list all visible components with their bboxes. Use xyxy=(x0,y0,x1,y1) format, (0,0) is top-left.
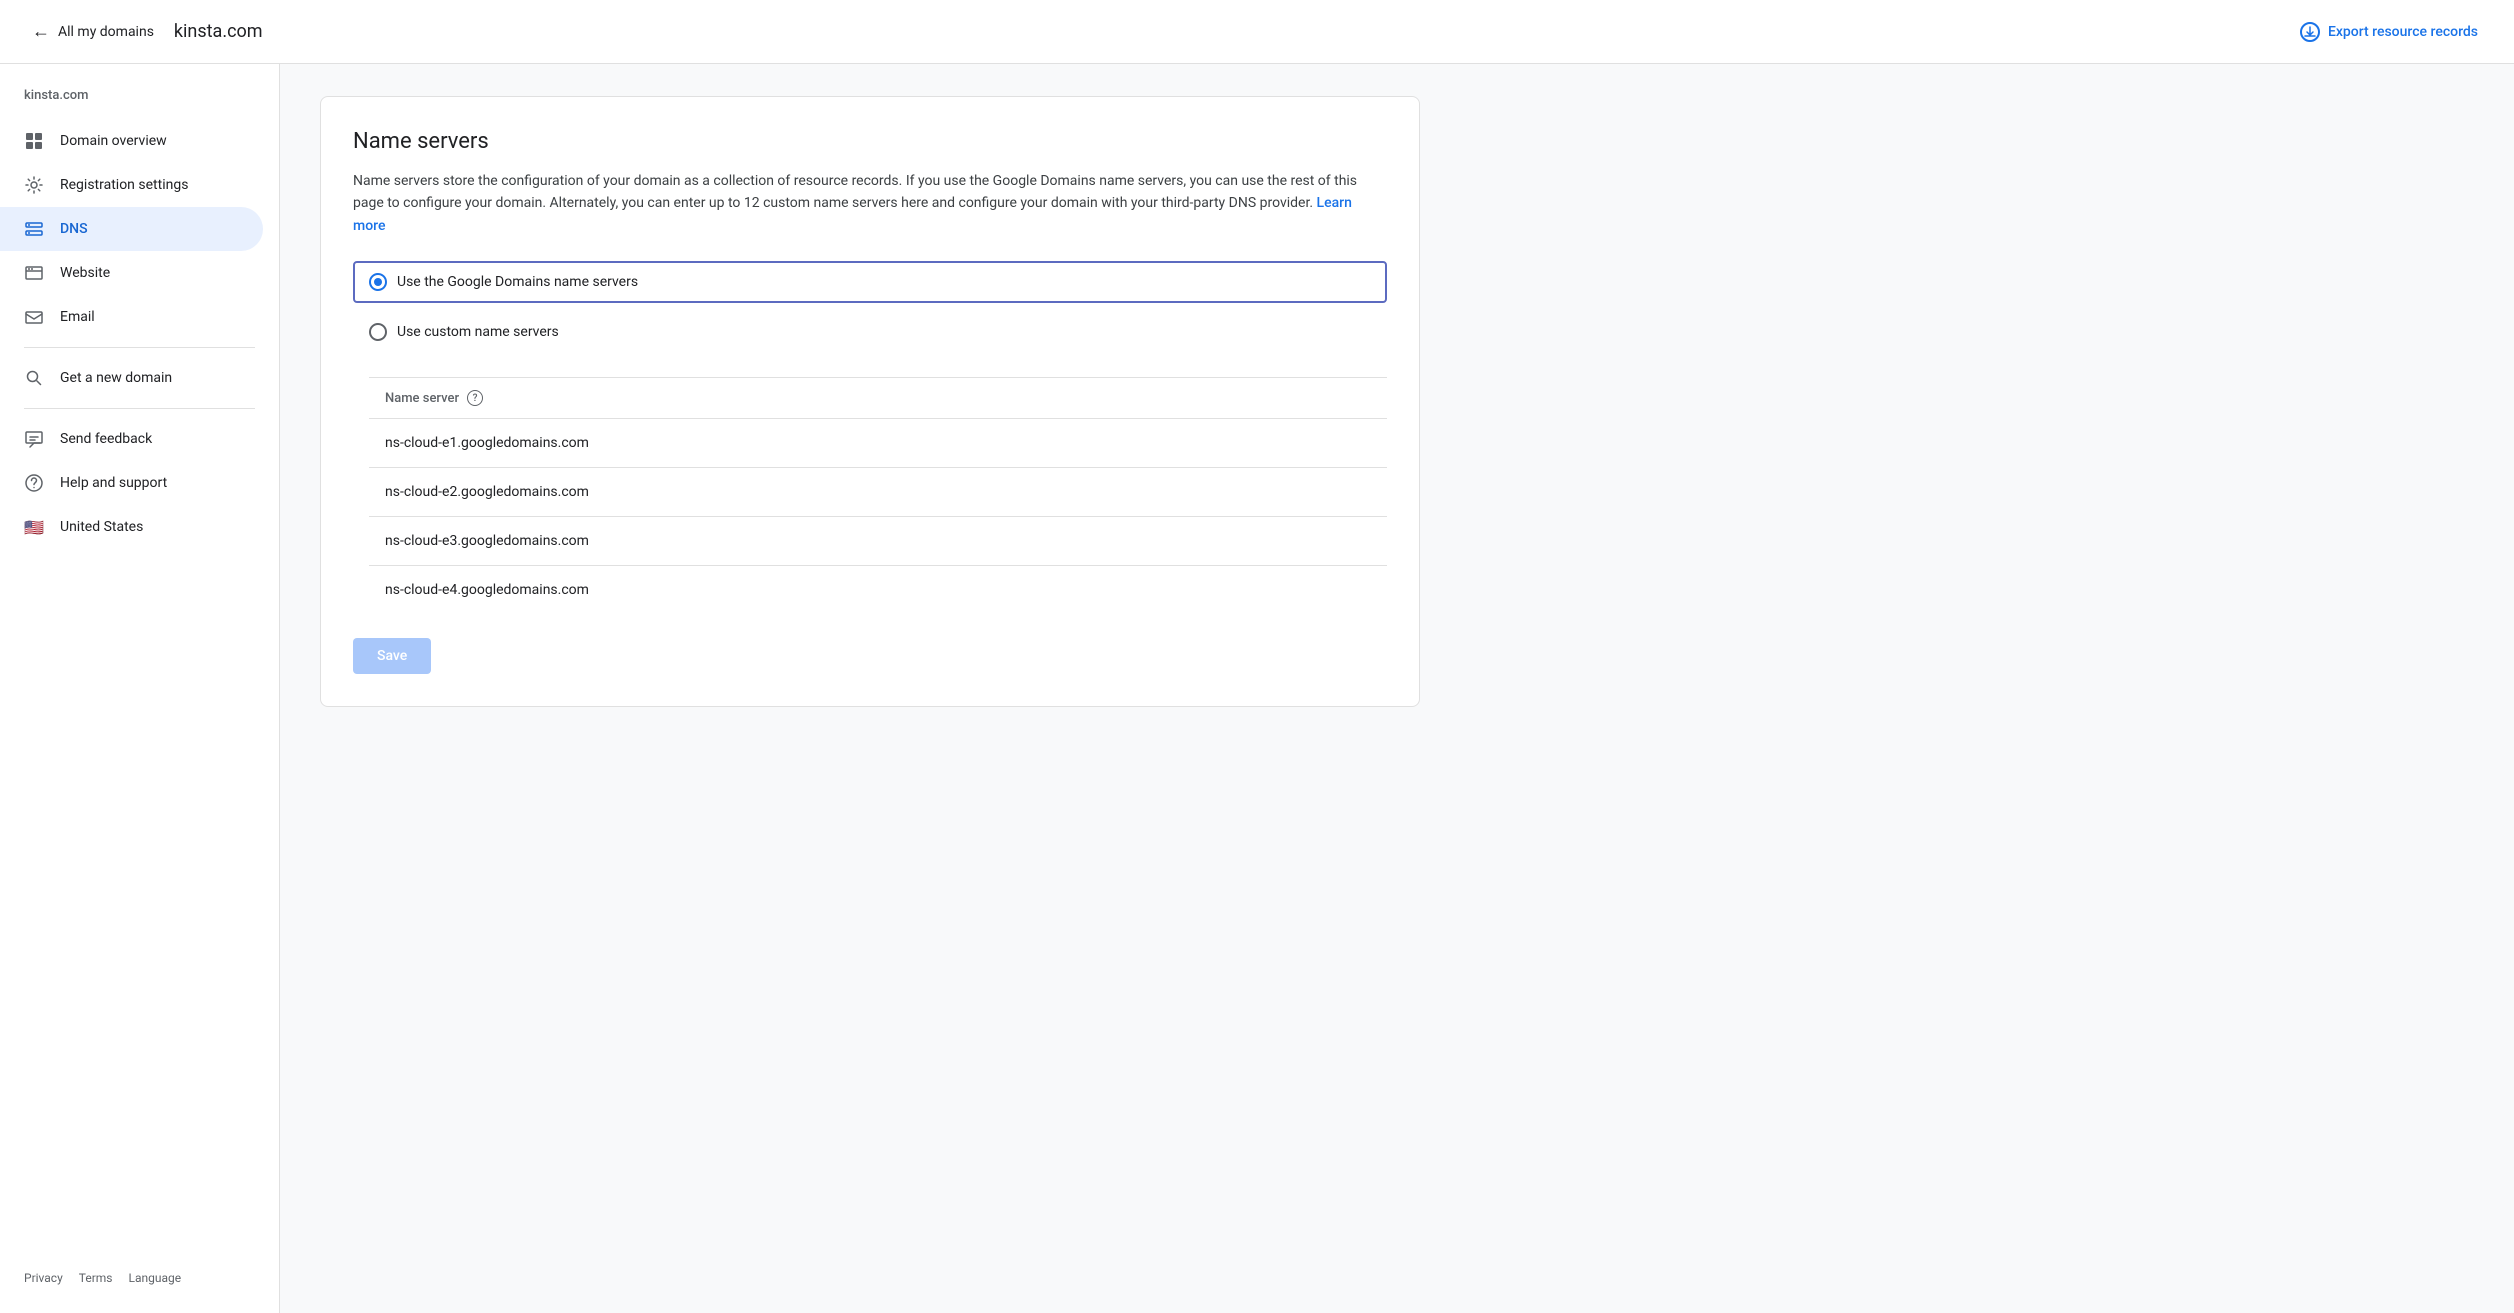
sidebar-item-united-states[interactable]: 🇺🇸 United States xyxy=(0,505,263,549)
radio-google-ns-label: Use the Google Domains name servers xyxy=(397,274,638,290)
description-text: Name servers store the configuration of … xyxy=(353,173,1357,211)
card-description: Name servers store the configuration of … xyxy=(353,170,1387,237)
sidebar-item-email[interactable]: Email xyxy=(0,295,263,339)
help-icon xyxy=(24,473,44,493)
sidebar-item-domain-overview[interactable]: Domain overview xyxy=(0,119,263,163)
ns-value-3: ns-cloud-e3.googledomains.com xyxy=(385,533,589,549)
radio-google-ns-circle xyxy=(369,273,387,291)
back-label: All my domains xyxy=(58,24,154,40)
ns-table-header: Name server ? xyxy=(369,378,1387,419)
ns-value-4: ns-cloud-e4.googledomains.com xyxy=(385,582,589,598)
ns-row-1: ns-cloud-e1.googledomains.com xyxy=(369,419,1387,468)
sidebar-item-label: Send feedback xyxy=(60,431,152,447)
sidebar-divider-2 xyxy=(24,408,255,409)
gear-icon xyxy=(24,175,44,195)
sidebar: kinsta.com Domain overview xyxy=(0,64,280,1313)
feedback-icon xyxy=(24,429,44,449)
website-icon xyxy=(24,263,44,283)
sidebar-footer: Privacy Terms Language xyxy=(0,1259,279,1297)
sidebar-item-label: United States xyxy=(60,519,143,535)
ns-header-label: Name server xyxy=(385,391,459,406)
sidebar-divider xyxy=(24,347,255,348)
sidebar-nav: Domain overview Registration settings xyxy=(0,119,279,1259)
sidebar-item-label: Help and support xyxy=(60,475,167,491)
help-circle-icon[interactable]: ? xyxy=(467,390,483,406)
dns-icon xyxy=(24,219,44,239)
back-arrow-icon: ← xyxy=(32,21,50,42)
name-servers-card: Name servers Name servers store the conf… xyxy=(320,96,1420,707)
search-icon xyxy=(24,368,44,388)
header-domain: kinsta.com xyxy=(174,21,263,42)
ns-value-1: ns-cloud-e1.googledomains.com xyxy=(385,435,589,451)
main-content: Name servers Name servers store the conf… xyxy=(280,64,2514,1313)
ns-table: Name server ? ns-cloud-e1.googledomains.… xyxy=(369,377,1387,614)
export-button[interactable]: Export resource records xyxy=(2288,14,2490,50)
terms-link[interactable]: Terms xyxy=(79,1271,113,1285)
language-link[interactable]: Language xyxy=(129,1271,182,1285)
ns-row-2: ns-cloud-e2.googledomains.com xyxy=(369,468,1387,517)
sidebar-item-send-feedback[interactable]: Send feedback xyxy=(0,417,263,461)
sidebar-item-label: Domain overview xyxy=(60,133,167,149)
radio-custom-ns-label: Use custom name servers xyxy=(397,324,559,340)
ns-value-2: ns-cloud-e2.googledomains.com xyxy=(385,484,589,500)
body-container: kinsta.com Domain overview xyxy=(0,64,2514,1313)
export-label: Export resource records xyxy=(2328,24,2478,40)
sidebar-item-label: Get a new domain xyxy=(60,370,172,386)
grid-icon xyxy=(24,131,44,151)
sidebar-item-get-new-domain[interactable]: Get a new domain xyxy=(0,356,263,400)
header-left: ← All my domains kinsta.com xyxy=(24,13,263,50)
save-button[interactable]: Save xyxy=(353,638,431,674)
sidebar-item-label: DNS xyxy=(60,221,88,237)
header-right: Export resource records xyxy=(2288,14,2490,50)
sidebar-item-registration-settings[interactable]: Registration settings xyxy=(0,163,263,207)
card-title: Name servers xyxy=(353,129,1387,154)
radio-google-ns[interactable]: Use the Google Domains name servers xyxy=(353,261,1387,303)
header: ← All my domains kinsta.com Export resou… xyxy=(0,0,2514,64)
sidebar-item-help-support[interactable]: Help and support xyxy=(0,461,263,505)
email-icon xyxy=(24,307,44,327)
sidebar-item-label: Website xyxy=(60,265,110,281)
privacy-link[interactable]: Privacy xyxy=(24,1271,63,1285)
back-button[interactable]: ← All my domains xyxy=(24,13,162,50)
sidebar-domain: kinsta.com xyxy=(0,80,279,119)
radio-custom-ns[interactable]: Use custom name servers xyxy=(353,311,1387,353)
radio-custom-ns-circle xyxy=(369,323,387,341)
sidebar-item-website[interactable]: Website xyxy=(0,251,263,295)
sidebar-item-dns[interactable]: DNS xyxy=(0,207,263,251)
app-container: ← All my domains kinsta.com Export resou… xyxy=(0,0,2514,1313)
sidebar-item-label: Registration settings xyxy=(60,177,188,193)
export-icon xyxy=(2300,22,2320,42)
ns-row-4: ns-cloud-e4.googledomains.com xyxy=(369,566,1387,614)
sidebar-item-label: Email xyxy=(60,309,95,325)
ns-row-3: ns-cloud-e3.googledomains.com xyxy=(369,517,1387,566)
flag-icon: 🇺🇸 xyxy=(24,517,44,537)
